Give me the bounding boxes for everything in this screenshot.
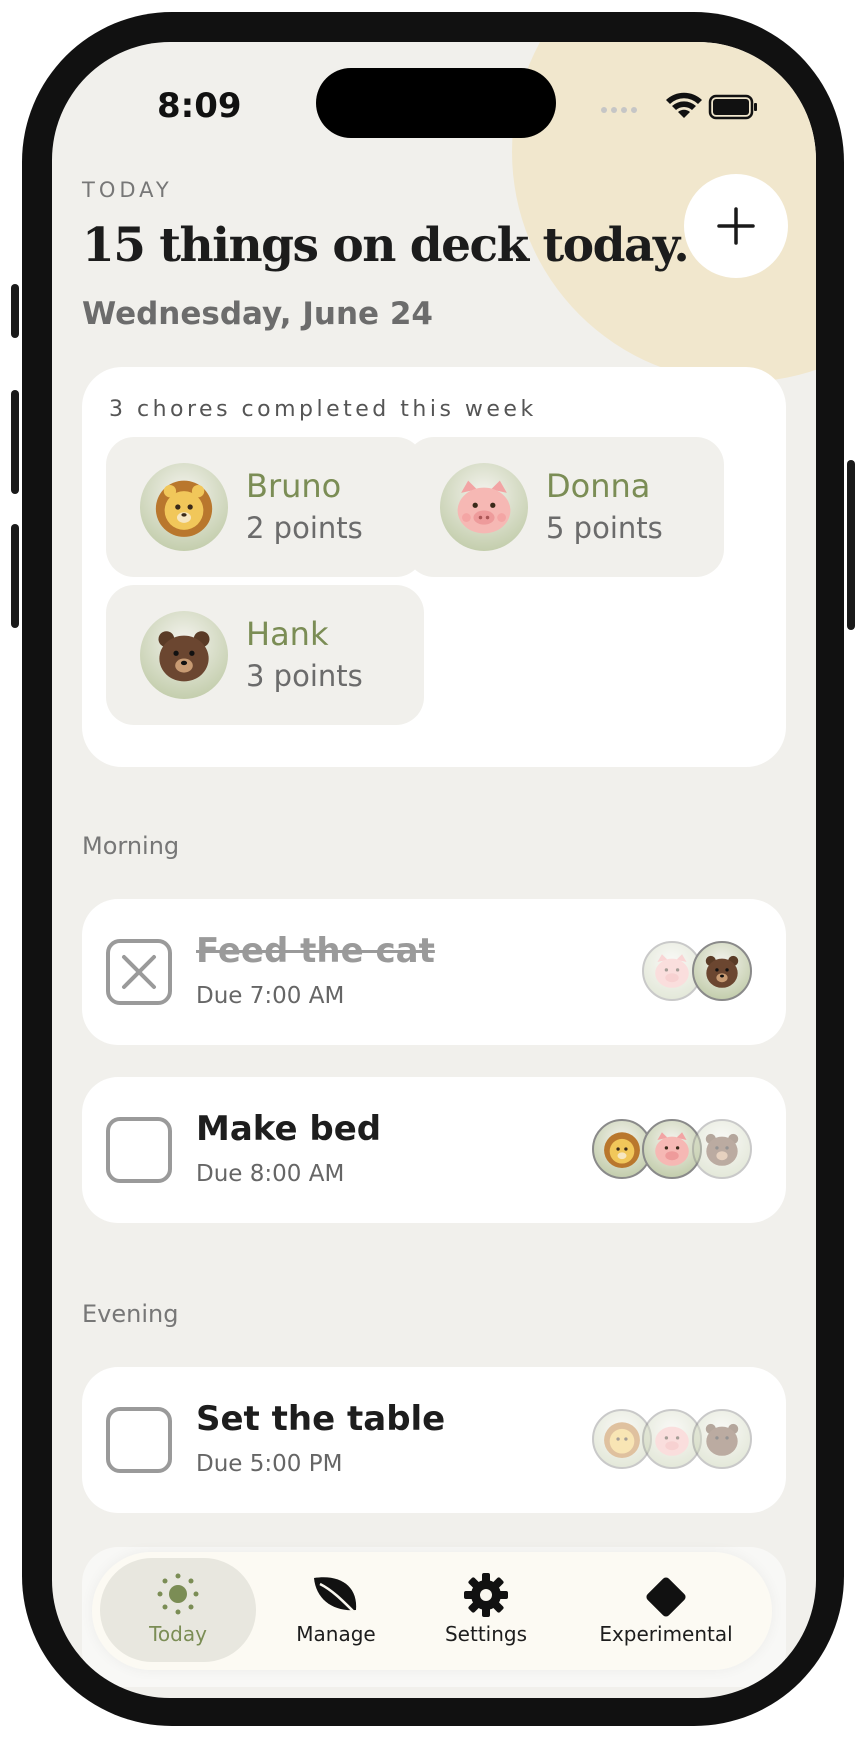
bear-icon xyxy=(692,1409,752,1469)
pig-icon xyxy=(440,463,528,551)
volume-down-button xyxy=(11,524,19,628)
bear-icon xyxy=(692,1119,752,1179)
chore-title: Set the table xyxy=(196,1399,446,1439)
battery-icon xyxy=(708,94,757,120)
person-card-hank[interactable]: Hank 3 points xyxy=(106,585,424,725)
person-name: Donna xyxy=(546,467,651,505)
page-date: Wednesday, June 24 xyxy=(82,296,434,332)
summary-title: 3 chores completed this week xyxy=(109,397,537,422)
tab-bar: Today Manage Settings Experimental xyxy=(92,1552,772,1670)
lion-icon xyxy=(140,463,228,551)
plus-icon xyxy=(717,207,755,245)
chore-checkbox[interactable] xyxy=(106,939,172,1005)
chore-item[interactable]: Set the table Due 5:00 PM xyxy=(82,1367,786,1513)
checked-x-icon xyxy=(122,955,156,989)
tab-today[interactable]: Today xyxy=(100,1558,256,1662)
assignee-avatars xyxy=(592,1119,752,1181)
app-screen: 8:09 TODAY 15 things on deck today. Wedn… xyxy=(52,42,816,1698)
weekly-summary-card: 3 chores completed this week Bruno 2 poi… xyxy=(82,367,786,767)
chore-title: Feed the cat xyxy=(196,931,435,971)
chore-item[interactable]: Make bed Due 8:00 AM xyxy=(82,1077,786,1223)
signal-icon xyxy=(601,107,637,113)
person-name: Hank xyxy=(246,615,329,653)
person-card-bruno[interactable]: Bruno 2 points xyxy=(106,437,424,577)
diamond-icon xyxy=(641,1572,691,1626)
page-eyebrow: TODAY xyxy=(82,178,173,202)
tab-manage[interactable]: Manage xyxy=(262,1558,410,1662)
tab-label: Settings xyxy=(444,1622,528,1646)
sun-icon xyxy=(156,1572,200,1620)
assignee-avatars xyxy=(592,1409,752,1471)
bear-icon xyxy=(140,611,228,699)
tab-label: Today xyxy=(149,1622,207,1646)
chore-checkbox[interactable] xyxy=(106,1407,172,1473)
dynamic-island xyxy=(316,68,556,138)
chore-item[interactable]: Feed the cat Due 7:00 AM xyxy=(82,899,786,1045)
assignee-avatars xyxy=(642,941,752,1003)
wifi-icon xyxy=(666,92,702,118)
chore-due: Due 7:00 AM xyxy=(196,983,345,1009)
person-name: Bruno xyxy=(246,467,342,505)
section-label-evening: Evening xyxy=(82,1300,179,1328)
person-points: 2 points xyxy=(246,511,363,545)
status-icons xyxy=(600,86,760,126)
chore-due: Due 5:00 PM xyxy=(196,1451,343,1477)
chore-due: Due 8:00 AM xyxy=(196,1161,345,1187)
gear-icon xyxy=(463,1572,509,1622)
bear-icon xyxy=(692,941,752,1001)
person-points: 5 points xyxy=(546,511,663,545)
tab-label: Manage xyxy=(296,1622,376,1646)
page-title: 15 things on deck today. xyxy=(82,218,690,273)
tab-experimental[interactable]: Experimental xyxy=(568,1558,764,1662)
add-chore-button[interactable] xyxy=(684,174,788,278)
volume-up-button xyxy=(11,390,19,494)
tab-settings[interactable]: Settings xyxy=(412,1558,560,1662)
power-button xyxy=(847,460,855,630)
action-button xyxy=(11,284,19,338)
chore-checkbox[interactable] xyxy=(106,1117,172,1183)
tab-label: Experimental xyxy=(599,1622,733,1646)
leaf-icon xyxy=(310,1572,362,1620)
status-time: 8:09 xyxy=(157,86,242,126)
person-points: 3 points xyxy=(246,659,363,693)
person-card-donna[interactable]: Donna 5 points xyxy=(406,437,724,577)
chore-title: Make bed xyxy=(196,1109,382,1149)
section-label-morning: Morning xyxy=(82,832,180,860)
